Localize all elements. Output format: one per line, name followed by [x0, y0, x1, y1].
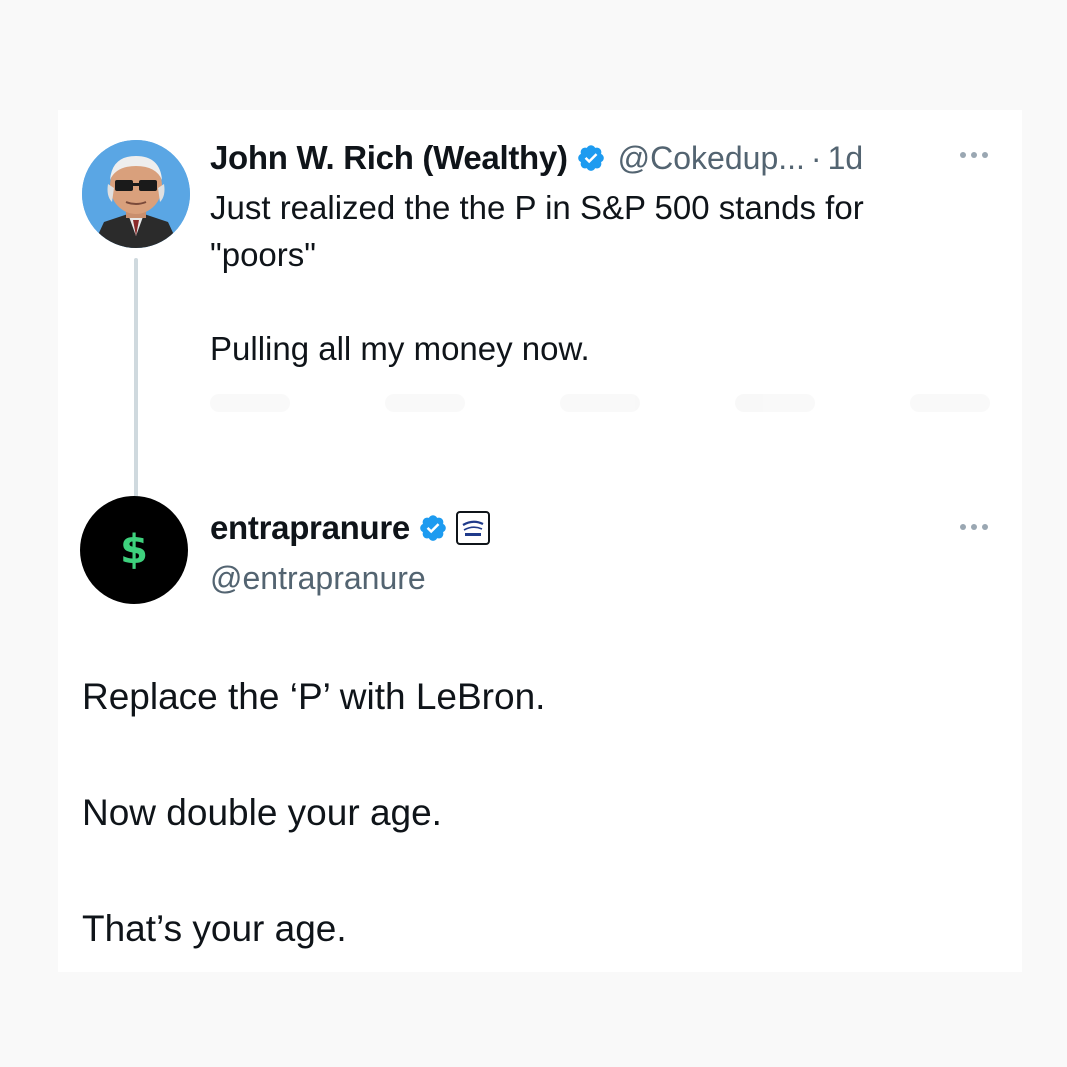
- more-options-icon[interactable]: [960, 524, 988, 530]
- verified-badge-icon: [418, 513, 448, 543]
- dollar-sign-icon: $: [120, 527, 148, 573]
- friday-beers-badge-icon[interactable]: [455, 511, 490, 545]
- avatar[interactable]: [82, 140, 190, 248]
- tweet-text: Just realized the the P in S&P 500 stand…: [210, 189, 864, 367]
- display-name[interactable]: John W. Rich (Wealthy): [210, 139, 568, 177]
- user-handle[interactable]: @entrapranure: [210, 556, 426, 600]
- more-options-icon[interactable]: [960, 152, 988, 158]
- timestamp[interactable]: 1d: [828, 140, 864, 177]
- cartoon-old-man-avatar-icon: [82, 140, 190, 248]
- avatar[interactable]: $: [80, 496, 188, 604]
- tweet-text: Replace the ‘P’ with LeBron. Now double …: [82, 676, 546, 949]
- tweet-header: entrapranure: [210, 506, 490, 550]
- tweet-thread-card: John W. Rich (Wealthy) @Cokedup... · 1d …: [58, 110, 1022, 972]
- separator-dot: ·: [810, 139, 822, 176]
- tweet-header: John W. Rich (Wealthy) @Cokedup... · 1d: [210, 136, 863, 180]
- faded-action-bar: [210, 394, 990, 424]
- verified-badge-icon: [576, 143, 606, 173]
- display-name[interactable]: entrapranure: [210, 509, 410, 547]
- user-handle[interactable]: @Cokedup...: [618, 140, 805, 177]
